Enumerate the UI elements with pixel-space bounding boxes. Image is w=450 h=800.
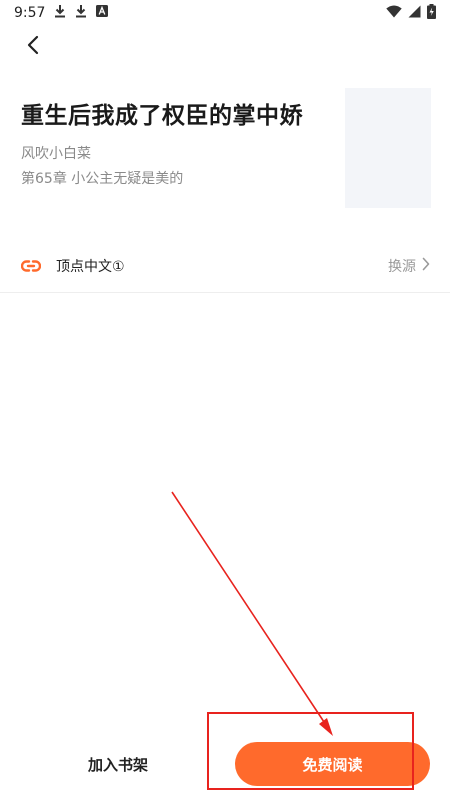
- book-title: 重生后我成了权臣的掌中娇: [21, 103, 303, 129]
- status-right: [386, 3, 436, 23]
- back-button[interactable]: [16, 30, 50, 64]
- battery-charging-icon: [427, 3, 436, 23]
- signal-icon: [408, 5, 421, 22]
- status-time: 9:57: [14, 5, 46, 21]
- change-source-label: 换源: [388, 259, 416, 275]
- bottom-action-bar: 加入书架 免费阅读: [0, 740, 450, 788]
- status-bar: 9:57: [0, 0, 450, 26]
- free-read-button[interactable]: 免费阅读: [235, 742, 430, 786]
- font-app-icon: [96, 5, 109, 21]
- source-name: 顶点中文①: [56, 259, 125, 275]
- book-cover: [345, 88, 431, 208]
- chevron-right-icon: [422, 257, 430, 275]
- change-source-button[interactable]: 换源: [388, 256, 430, 276]
- book-author[interactable]: 风吹小白菜: [21, 143, 91, 163]
- source-row[interactable]: 顶点中文① 换源: [0, 248, 450, 284]
- annotation-arrow-head: [319, 718, 333, 736]
- wifi-icon: [386, 5, 402, 22]
- status-left: 9:57: [14, 4, 109, 22]
- book-latest-chapter: 第65章 小公主无疑是美的: [21, 171, 184, 187]
- add-to-shelf-button[interactable]: 加入书架: [70, 740, 166, 788]
- chevron-left-icon: [26, 35, 40, 59]
- download-icon: [75, 4, 87, 22]
- source-link-icon: [20, 255, 42, 277]
- divider: [0, 292, 450, 293]
- annotation-arrow-line: [171, 491, 329, 729]
- download-icon: [54, 4, 66, 22]
